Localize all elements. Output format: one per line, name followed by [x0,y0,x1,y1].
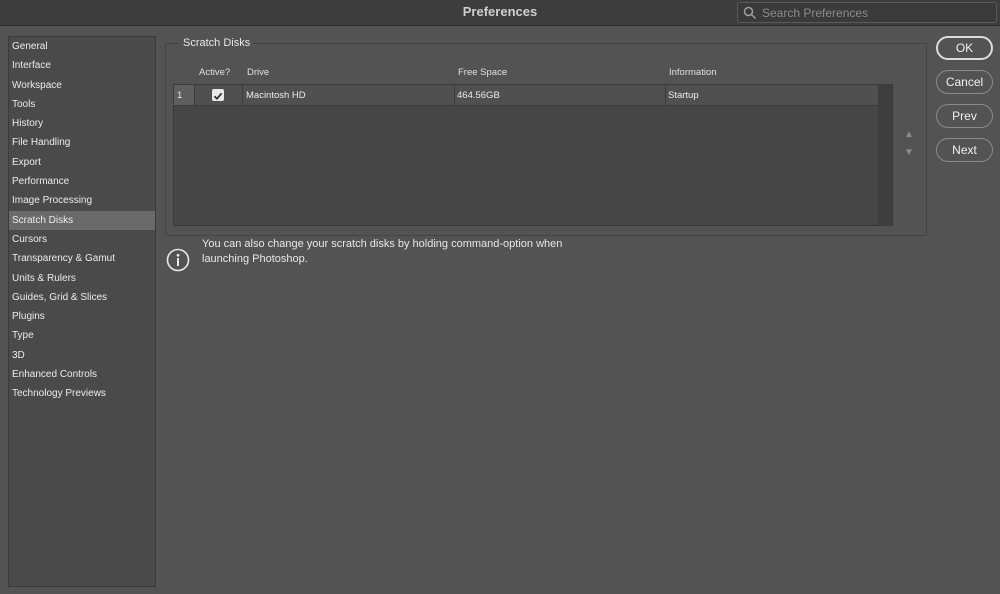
title-bar: Preferences [0,0,1000,26]
search-icon [743,6,757,20]
drive-cell: Macintosh HD [246,90,306,101]
column-divider [242,85,243,105]
triangle-up-icon[interactable]: ▲ [904,129,914,140]
checkmark-icon [213,92,223,101]
info-message: You can also change your scratch disks b… [202,237,622,267]
search-input[interactable] [762,3,992,22]
cancel-button[interactable]: Cancel [936,70,993,94]
sidebar-item-plugins[interactable]: Plugins [9,307,155,326]
column-header-drive[interactable]: Drive [247,67,269,78]
search-box[interactable] [737,2,997,23]
sidebar-item-tools[interactable]: Tools [9,95,155,114]
row-number: 1 [174,85,195,105]
sidebar-item-transparency-gamut[interactable]: Transparency & Gamut [9,249,155,268]
triangle-down-icon[interactable]: ▼ [904,147,914,158]
sidebar-item-technology-previews[interactable]: Technology Previews [9,384,155,403]
info-line-2: launching Photoshop. [202,253,308,265]
info-icon [166,248,190,272]
sidebar-item-enhanced-controls[interactable]: Enhanced Controls [9,365,155,384]
preferences-sidebar: General Interface Workspace Tools Histor… [8,36,156,587]
prev-button[interactable]: Prev [936,104,993,128]
sidebar-item-3d[interactable]: 3D [9,346,155,365]
active-checkbox[interactable] [212,89,224,101]
ok-button[interactable]: OK [936,36,993,60]
row-number-label: 1 [177,90,183,101]
column-header-free-space[interactable]: Free Space [458,67,507,78]
column-header-information[interactable]: Information [669,67,717,78]
sidebar-item-units-rulers[interactable]: Units & Rulers [9,269,155,288]
column-divider [454,85,455,105]
column-divider [665,85,666,105]
table-row[interactable]: 1 Macintosh HD 464.56GB Startup [174,85,878,106]
table-scrollbar[interactable] [878,85,892,225]
column-header-active[interactable]: Active? [199,67,230,78]
sidebar-item-export[interactable]: Export [9,153,155,172]
free-space-cell: 464.56GB [457,90,500,101]
table-body: 1 Macintosh HD 464.56GB Startup [173,84,893,226]
sidebar-item-file-handling[interactable]: File Handling [9,133,155,152]
next-button[interactable]: Next [936,138,993,162]
group-title: Scratch Disks [180,37,254,49]
sidebar-item-history[interactable]: History [9,114,155,133]
sidebar-item-image-processing[interactable]: Image Processing [9,191,155,210]
sidebar-item-scratch-disks[interactable]: Scratch Disks [9,210,155,230]
table-header: Active? Drive Free Space Information [173,62,893,84]
sidebar-item-general[interactable]: General [9,37,155,56]
sidebar-item-type[interactable]: Type [9,326,155,345]
scratch-disks-table: Active? Drive Free Space Information 1 M… [173,62,893,226]
sidebar-item-workspace[interactable]: Workspace [9,76,155,95]
info-line-1: You can also change your scratch disks b… [202,238,563,250]
sidebar-item-guides-grid-slices[interactable]: Guides, Grid & Slices [9,288,155,307]
sidebar-item-cursors[interactable]: Cursors [9,230,155,249]
sidebar-item-performance[interactable]: Performance [9,172,155,191]
information-cell: Startup [668,90,699,101]
sidebar-item-interface[interactable]: Interface [9,56,155,75]
